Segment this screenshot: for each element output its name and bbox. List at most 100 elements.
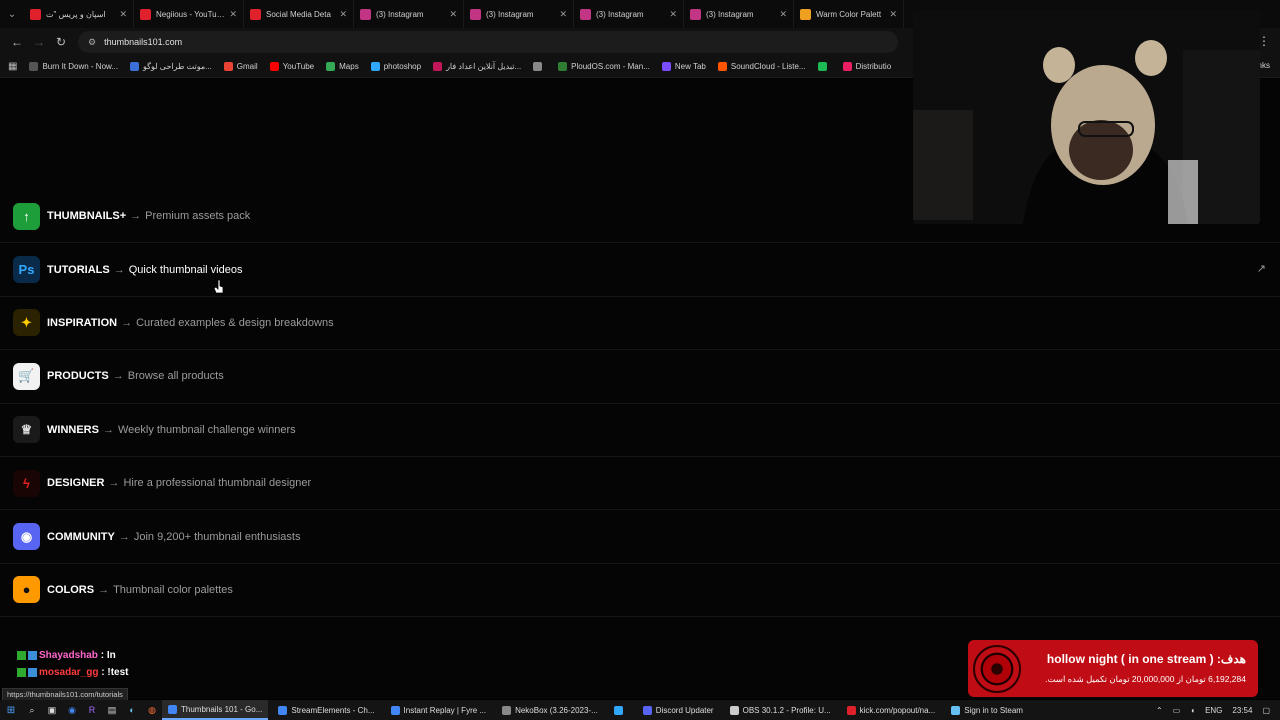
cart-icon: 🛒 [13,362,40,390]
tab-favicon-icon [800,8,811,20]
donation-goal-widget: هدف: ( hollow night ( in one stream 6,19… [968,640,1258,697]
taskbar-app[interactable]: Sign in to Steam [945,700,1029,720]
color-wheel-icon: ● [13,576,40,604]
nav-item-designer[interactable]: ϟ DESIGNER → Hire a professional thumbna… [0,457,1280,511]
nav-item-tutorials[interactable]: Ps TUTORIALS → Quick thumbnail videos ↗ [0,243,1280,297]
taskbar-app-icon [168,704,177,714]
address-bar[interactable]: ⚙ thumbnails101.com [78,31,898,53]
tab-close-icon[interactable]: ✕ [779,9,787,20]
arrow-right-icon: → [98,583,110,596]
app-r-icon[interactable]: R [82,705,102,715]
bookmark-favicon-icon [370,62,380,71]
taskbar-app-icon [278,705,288,715]
taskbar-app[interactable] [608,700,633,720]
nav-item-description: Curated examples & design breakdowns [136,316,334,329]
tray-overflow-icon[interactable]: ⌃ [1156,706,1163,715]
reload-icon[interactable]: ↻ [50,31,72,53]
network-icon[interactable]: ▭ [1173,706,1181,715]
address-url: thumbnails101.com [104,37,183,47]
nav-item-products[interactable]: 🛒 PRODUCTS → Browse all products [0,350,1280,404]
site-info-icon[interactable]: ⚙ [88,37,96,48]
bookmark-label: Maps [339,62,359,71]
nav-item-community[interactable]: ◉ COMMUNITY → Join 9,200+ thumbnail enth… [0,510,1280,564]
bookmark-label: Burn It Down - Now... [42,62,119,71]
tab-close-icon[interactable]: ✕ [119,9,127,20]
nav-item-title: DESIGNER [47,477,105,490]
external-link-icon[interactable]: ↗ [1257,262,1266,275]
tab-close-icon[interactable]: ✕ [559,9,567,20]
browser-tab[interactable]: Social Media Deta ✕ [244,0,354,28]
bookmark-item[interactable]: photoshop [370,62,421,71]
taskbar-app-icon [846,705,856,715]
taskbar-app[interactable]: StreamElements - Ch... [272,700,380,720]
language-indicator[interactable]: ENG [1205,706,1222,715]
windows-taskbar: ⊞ ⌕ ▣ ◉ R ▤ ◐ ◍ Thumbnails 101 - Go... S… [0,700,1280,720]
arrow-right-icon: → [130,210,142,223]
bookmark-item[interactable]: تبدیل آنلاین اعداد فار... [433,62,521,71]
bookmark-label: موتت طراحی لوگو... [143,62,212,71]
bookmark-item[interactable]: YouTube [269,62,314,71]
tab-close-icon[interactable]: ✕ [339,9,347,20]
browser-tab[interactable]: (3) Instagram ✕ [354,0,464,28]
bookmark-favicon-icon [29,62,39,71]
tab-close-icon[interactable]: ✕ [889,9,897,20]
bookmark-favicon-icon [817,62,827,71]
tab-close-icon[interactable]: ✕ [229,9,237,20]
task-view-icon[interactable]: ▣ [42,705,62,716]
taskbar-app[interactable]: kick.com/popout/na... [841,700,942,720]
nav-item-colors[interactable]: ● COLORS → Thumbnail color palettes [0,564,1280,618]
bookmark-item[interactable] [533,62,546,71]
bookmark-item[interactable]: موتت طراحی لوگو... [130,62,212,71]
taskbar-app-label: Sign in to Steam [964,705,1023,715]
bookmark-item[interactable] [817,62,831,71]
tab-search-icon[interactable]: ⌄ [0,0,24,28]
nav-item-title: PRODUCTS [47,370,109,383]
bookmark-item[interactable]: Maps [326,62,359,71]
bookmark-item[interactable]: Gmail [223,62,258,71]
firefox-icon[interactable]: ◍ [142,705,162,716]
tab-favicon-icon [470,8,481,20]
windows-start-icon[interactable]: ⊞ [0,705,22,716]
browser-tab[interactable]: (3) Instagram ✕ [464,0,574,28]
bookmark-item[interactable]: Burn It Down - Now... [29,62,118,71]
bookmark-item[interactable]: SoundCloud - Liste... [717,62,806,71]
browser-tab[interactable]: اسپان و پریس "ت ✕ [24,0,134,28]
volume-icon[interactable]: ◖ [1190,706,1195,715]
nav-item-inspiration[interactable]: ✦ INSPIRATION → Curated examples & desig… [0,297,1280,351]
search-icon[interactable]: ⌕ [22,705,42,716]
browser-tab[interactable]: (3) Instagram ✕ [684,0,794,28]
browser-tab[interactable]: Warm Color Palett ✕ [794,0,904,28]
browser-tab[interactable]: (3) Instagram ✕ [574,0,684,28]
subscriber-badge-icon [28,651,37,660]
chat-message: Shayadshab : In [17,650,128,661]
taskbar-app[interactable]: NekoBox (3.26-2023-... [496,700,604,720]
browser-tab[interactable]: Negiious - YouTube ✕ [134,0,244,28]
taskbar-app[interactable]: OBS 30.1.2 - Profile: U... [724,700,837,720]
apps-grid-icon[interactable]: ▦ [8,61,17,72]
taskbar-app[interactable]: Discord Updater [637,700,720,720]
chrome-icon[interactable]: ◉ [62,705,82,716]
bookmark-label: PloudOS.com - Man... [571,62,650,71]
taskbar-app-label: OBS 30.1.2 - Profile: U... [742,705,831,715]
back-arrow-icon[interactable]: ← [6,31,28,53]
mod-badge-icon [17,651,26,660]
taskbar-app-icon [502,705,512,715]
bookmark-item[interactable]: Distributio [842,62,891,71]
notification-icon[interactable]: ▢ [1262,706,1270,715]
bookmark-favicon-icon [269,62,279,71]
nav-item-title: WINNERS [47,423,99,436]
nav-item-winners[interactable]: ♕ WINNERS → Weekly thumbnail challenge w… [0,404,1280,457]
clock[interactable]: 23:54 [1232,706,1252,715]
taskbar-app[interactable]: Thumbnails 101 - Go... [162,700,269,720]
tab-favicon-icon [580,8,591,20]
calculator-icon[interactable]: ▤ [102,705,122,716]
forward-arrow-icon[interactable]: → [28,31,50,53]
photoshop-icon: Ps [13,256,40,284]
tab-close-icon[interactable]: ✕ [669,9,677,20]
steam-icon[interactable]: ◐ [122,705,142,715]
taskbar-app-icon [951,705,961,715]
tab-close-icon[interactable]: ✕ [449,9,457,20]
bookmark-item[interactable]: PloudOS.com - Man... [558,62,650,71]
taskbar-app[interactable]: Instant Replay | Fyre ... [385,700,493,720]
bookmark-item[interactable]: New Tab [661,62,706,71]
